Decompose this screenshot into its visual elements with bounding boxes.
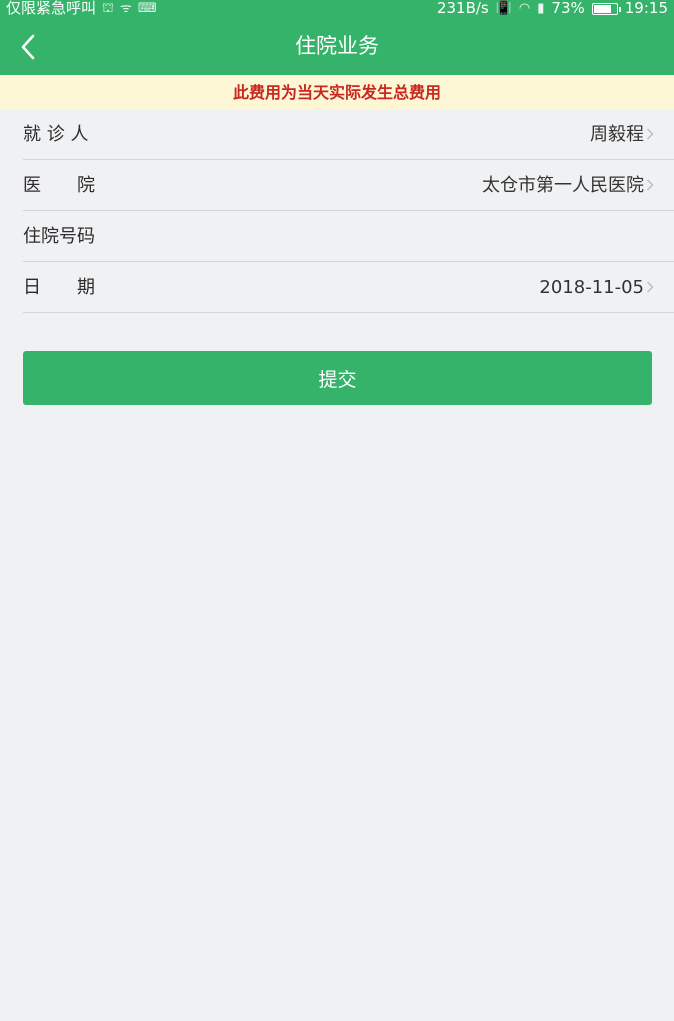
clock: 19:15: [624, 0, 668, 17]
battery-percent: 73%: [551, 0, 585, 17]
carrier-text: 仅限紧急呼叫: [6, 0, 97, 17]
submit-button[interactable]: 提交: [23, 351, 652, 405]
title-bar: 住院业务: [0, 17, 674, 75]
date-value: 2018-11-05: [539, 277, 644, 298]
battery-icon: [591, 2, 621, 15]
status-bar-right: 231B/s 📳 ◠ ▮ 73% 19:15: [437, 0, 668, 17]
person-icon: ⛫: [102, 1, 114, 16]
status-bar: 仅限紧急呼叫 ⛫ ᯤ ⌨ 231B/s 📳 ◠ ▮ 73% 19:15: [0, 0, 674, 17]
chevron-right-icon: [646, 281, 654, 293]
patient-value: 周毅程: [590, 124, 644, 145]
signal-icon: ▮: [537, 1, 545, 16]
keyboard-icon: ⌨: [137, 1, 157, 16]
date-row[interactable]: 日 期 2018-11-05: [23, 262, 674, 313]
date-label: 日 期: [23, 277, 95, 298]
sim-icon: ᯤ: [119, 1, 132, 16]
chevron-right-icon: [646, 128, 654, 140]
inpatient-form: 就 诊 人 周毅程 医 院 太仓市第一人民医院 住院号码 日 期 2018-11…: [0, 109, 674, 313]
vibrate-icon: 📳: [495, 1, 512, 16]
hospital-row[interactable]: 医 院 太仓市第一人民医院: [23, 160, 674, 211]
hospital-value: 太仓市第一人民医院: [482, 175, 644, 196]
patient-row[interactable]: 就 诊 人 周毅程: [23, 109, 674, 160]
status-bar-left: 仅限紧急呼叫 ⛫ ᯤ ⌨: [6, 0, 157, 17]
patient-label: 就 诊 人: [23, 124, 89, 145]
hospital-label: 医 院: [23, 175, 95, 196]
wifi-icon: ◠: [518, 1, 531, 16]
admission-number-label: 住院号码: [23, 226, 95, 247]
page-title: 住院业务: [295, 34, 379, 58]
admission-number-row[interactable]: 住院号码: [23, 211, 674, 262]
network-speed: 231B/s: [436, 0, 489, 17]
chevron-right-icon: [646, 179, 654, 191]
notice-banner: 此费用为当天实际发生总费用: [0, 75, 674, 109]
